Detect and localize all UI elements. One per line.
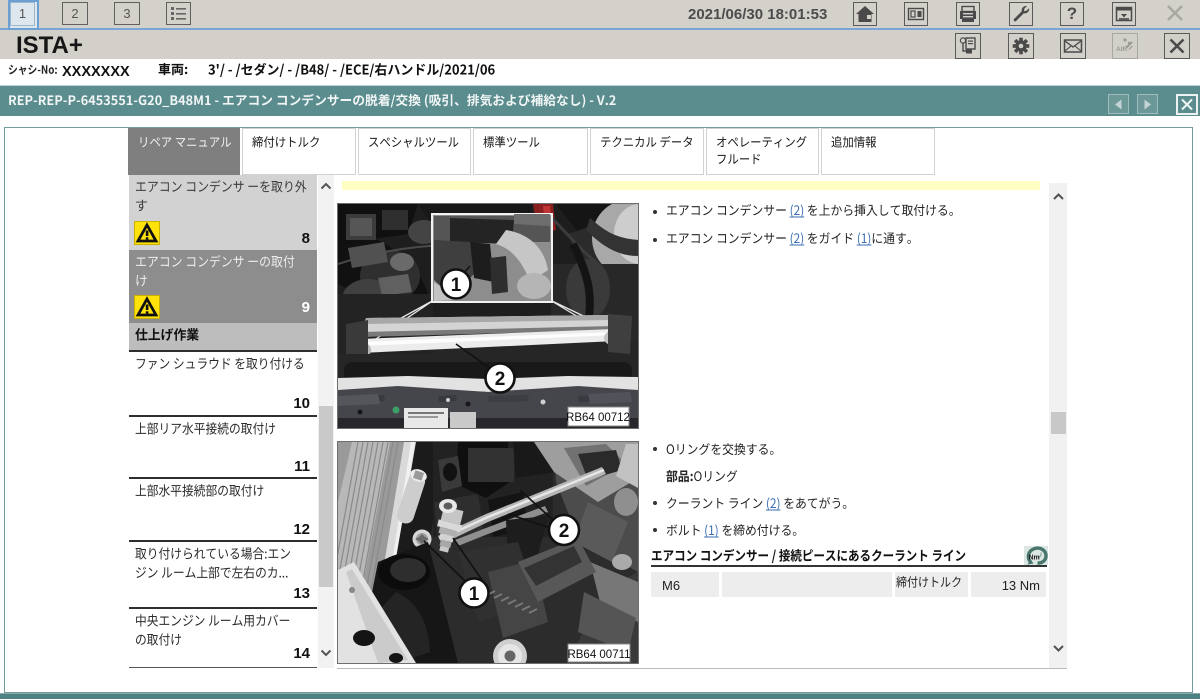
svg-text:1: 1 [451,275,462,296]
svg-text:1: 1 [469,584,480,605]
svg-text:Nm: Nm [1029,555,1040,562]
svg-text:2: 2 [559,521,570,542]
svg-text:RB64 00712: RB64 00712 [566,412,630,424]
svg-text:2: 2 [495,369,506,390]
svg-text:RB64 00711: RB64 00711 [567,649,630,661]
